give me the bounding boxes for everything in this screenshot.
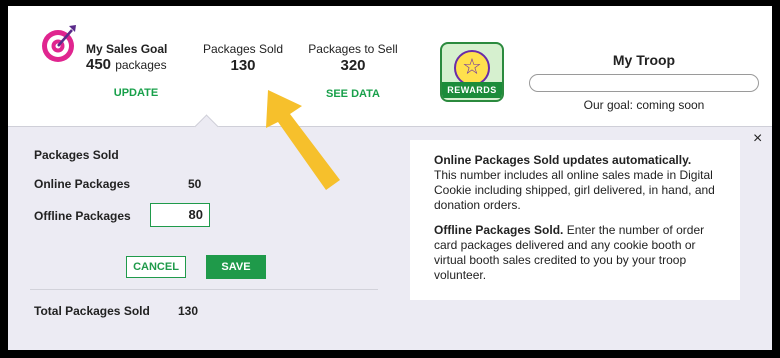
offline-info-heading: Offline Packages Sold. — [434, 223, 564, 237]
target-icon — [42, 25, 76, 62]
online-info-text: This number includes all online sales ma… — [434, 168, 715, 212]
rewards-badge-text: REWARDS — [442, 82, 502, 98]
info-card: Online Packages Sold updates automatical… — [410, 140, 740, 300]
packages-sold-stat[interactable]: Packages Sold 130 — [198, 42, 288, 74]
sales-goal-value: 450 packages — [86, 56, 186, 73]
update-goal-link[interactable]: UPDATE — [86, 87, 186, 99]
packages-to-sell-label: Packages to Sell — [308, 42, 398, 56]
offline-packages-label: Offline Packages — [34, 209, 131, 223]
my-troop: My Troop Our goal: coming soon — [528, 52, 760, 112]
cancel-button[interactable]: CANCEL — [126, 256, 186, 278]
online-packages-label: Online Packages — [34, 177, 131, 191]
packages-to-sell-value: 320 — [340, 57, 366, 74]
total-packages-label: Total Packages Sold — [34, 304, 150, 318]
close-icon[interactable]: × — [753, 130, 762, 148]
my-troop-title: My Troop — [612, 52, 676, 68]
panel-title: Packages Sold — [34, 148, 119, 162]
packages-sold-value: 130 — [230, 57, 256, 74]
offline-packages-input[interactable]: 80 — [150, 203, 210, 227]
online-info: Online Packages Sold updates automatical… — [434, 153, 716, 213]
online-info-heading: Online Packages Sold updates automatical… — [434, 153, 692, 167]
divider — [30, 289, 378, 290]
sales-goal-number: 450 — [86, 56, 112, 73]
rewards-badge[interactable]: ☆ REWARDS — [440, 42, 504, 102]
total-packages-value: 130 — [178, 304, 199, 318]
troop-goal-note: Our goal: coming soon — [583, 98, 705, 112]
sales-goal-unit: packages — [115, 58, 167, 72]
star-icon: ☆ — [454, 50, 490, 86]
online-packages-value: 50 — [188, 177, 202, 191]
sales-goal-widget: My Sales Goal 450 packages UPDATE Packag… — [8, 6, 772, 350]
pointer-arrow-icon — [266, 90, 340, 190]
packages-sold-label: Packages Sold — [202, 42, 284, 56]
offline-info: Offline Packages Sold. Enter the number … — [434, 223, 716, 283]
sales-goal-title: My Sales Goal — [86, 42, 168, 56]
troop-progress-bar — [529, 74, 759, 92]
sales-goal: My Sales Goal 450 packages UPDATE — [86, 42, 186, 99]
save-button[interactable]: SAVE — [206, 255, 266, 279]
